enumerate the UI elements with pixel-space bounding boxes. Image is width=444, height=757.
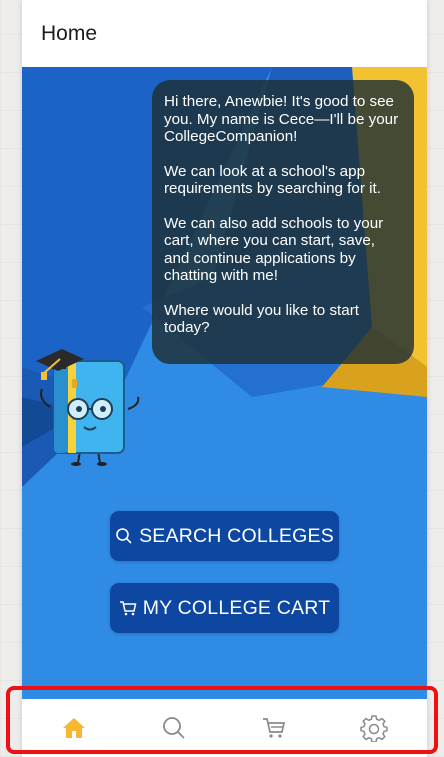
search-colleges-button[interactable]: SEARCH COLLEGES [110, 511, 339, 561]
tab-cart[interactable] [259, 713, 289, 743]
book-mascot-icon [36, 349, 140, 466]
bottom-tab-bar [22, 699, 427, 757]
gear-icon [360, 715, 388, 742]
chat-message-cart-hint: We can also add schools to your cart, wh… [164, 214, 384, 285]
home-icon [63, 718, 85, 738]
chat-bubble: Hi there, Anewbie! It's good to see you.… [152, 80, 414, 364]
home-hero: Hi there, Anewbie! It's good to see you.… [22, 67, 427, 699]
chat-message-search-hint: We can look at a school's app requiremen… [164, 162, 381, 198]
my-college-cart-label: MY COLLEGE CART [142, 596, 331, 619]
tab-home[interactable] [59, 713, 89, 743]
cart-icon [119, 601, 137, 616]
tab-search[interactable] [159, 713, 189, 743]
my-college-cart-button[interactable]: MY COLLEGE CART [110, 583, 339, 633]
search-icon [163, 717, 185, 739]
search-colleges-label: SEARCH COLLEGES [139, 524, 334, 547]
chat-message-greeting: Hi there, Anewbie! It's good to see you.… [164, 93, 399, 145]
search-icon [116, 528, 132, 544]
app-header: Home [22, 0, 427, 67]
page-title: Home [41, 21, 98, 45]
chat-message-question: Where would you like to start today? [164, 301, 359, 337]
tab-settings[interactable] [359, 713, 389, 743]
phone-screen: Home Hi there, Anewbie! It's good to see… [22, 0, 427, 757]
cart-icon [263, 718, 286, 738]
